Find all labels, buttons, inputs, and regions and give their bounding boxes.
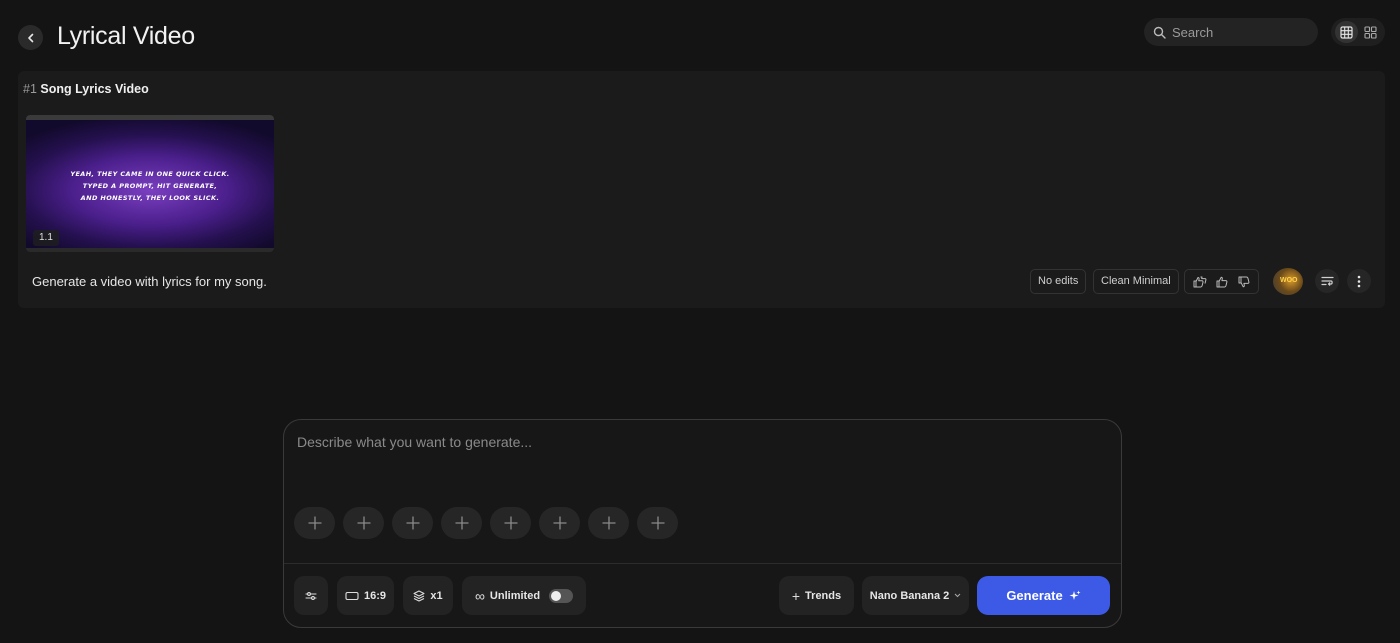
style-chip[interactable]: Clean Minimal (1093, 269, 1179, 294)
reference-slots (294, 507, 678, 539)
list-wrap-icon (1320, 276, 1334, 286)
generate-button[interactable]: Generate (977, 576, 1110, 615)
layers-icon (413, 590, 425, 601)
add-reference-slot[interactable] (343, 507, 384, 539)
view-toggle (1331, 18, 1385, 46)
back-button[interactable] (18, 25, 43, 50)
more-options-button[interactable] (1347, 269, 1371, 293)
count-label: x1 (430, 589, 443, 602)
version-badge: 1.1 (33, 230, 59, 246)
plus-icon (405, 516, 420, 530)
more-vertical-icon (1357, 275, 1361, 287)
generate-label: Generate (1006, 588, 1063, 603)
aspect-ratio-button[interactable]: 16:9 (337, 576, 394, 615)
lyric-line: and honestly, they look slick. (80, 194, 220, 202)
card-number: #1 (23, 82, 37, 96)
plus-icon (601, 516, 616, 530)
chevron-left-icon (27, 33, 33, 42)
sparkle-icon (1069, 590, 1081, 600)
trends-button[interactable]: + Trends (779, 576, 854, 615)
avatar-text: WOO (1280, 277, 1298, 284)
plus-icon (503, 516, 518, 530)
double-thumbs-up-icon[interactable] (1193, 276, 1207, 288)
options-list-button[interactable] (1315, 269, 1339, 293)
lyric-line: Yeah, they came in one quick click. (70, 170, 230, 178)
tiles-icon (1363, 25, 1377, 39)
trends-label: Trends (805, 589, 842, 602)
tile-view-button[interactable] (1359, 21, 1382, 43)
video-thumbnail[interactable]: Yeah, they came in one quick click. Type… (26, 115, 274, 252)
card-title-text: Song Lyrics Video (40, 82, 149, 96)
prompt-composer: 16:9 x1 ∞ Unlimited + Trends Nano Banana… (283, 419, 1122, 628)
search-input[interactable] (1172, 24, 1312, 40)
aspect-ratio-label: 16:9 (363, 589, 387, 602)
add-reference-slot[interactable] (490, 507, 531, 539)
model-select[interactable]: Nano Banana 2 (862, 576, 969, 615)
generation-card: #1 Song Lyrics Video Yeah, they came in … (18, 71, 1385, 308)
avatar[interactable]: WOO (1273, 268, 1303, 295)
chevron-down-icon (954, 593, 961, 598)
unlimited-toggle[interactable] (549, 588, 574, 603)
search-icon (1153, 26, 1166, 39)
unlimited-control[interactable]: ∞ Unlimited (462, 576, 586, 615)
page-title: Lyrical Video (57, 22, 195, 50)
unlimited-label: Unlimited (489, 589, 541, 602)
model-label: Nano Banana 2 (869, 589, 950, 602)
grid-icon (1339, 25, 1353, 39)
plus-icon (454, 516, 469, 530)
add-reference-slot[interactable] (588, 507, 629, 539)
card-prompt: Generate a video with lyrics for my song… (32, 274, 267, 289)
aspect-ratio-icon (345, 591, 359, 600)
plus-icon (307, 516, 322, 530)
thumbs-down-icon[interactable] (1238, 276, 1250, 288)
plus-icon (650, 516, 665, 530)
add-reference-slot[interactable] (294, 507, 335, 539)
grid-view-button[interactable] (1334, 21, 1358, 43)
thumbs-up-icon[interactable] (1216, 276, 1228, 288)
settings-button[interactable] (294, 576, 328, 615)
lyric-line: Typed a prompt, hit generate, (82, 182, 218, 190)
card-title: #1 Song Lyrics Video (23, 82, 149, 96)
add-reference-slot[interactable] (539, 507, 580, 539)
page-header: Lyrical Video (0, 0, 1400, 70)
reaction-group (1184, 269, 1259, 294)
plus-icon (356, 516, 371, 530)
plus-icon (552, 516, 567, 530)
infinity-icon: ∞ (474, 587, 485, 604)
add-reference-slot[interactable] (637, 507, 678, 539)
sliders-icon (305, 591, 317, 600)
search-box[interactable] (1144, 18, 1318, 46)
plus-icon: + (791, 587, 801, 604)
add-reference-slot[interactable] (392, 507, 433, 539)
add-reference-slot[interactable] (441, 507, 482, 539)
prompt-input[interactable] (297, 434, 1097, 494)
count-button[interactable]: x1 (403, 576, 453, 615)
edits-chip[interactable]: No edits (1030, 269, 1087, 294)
